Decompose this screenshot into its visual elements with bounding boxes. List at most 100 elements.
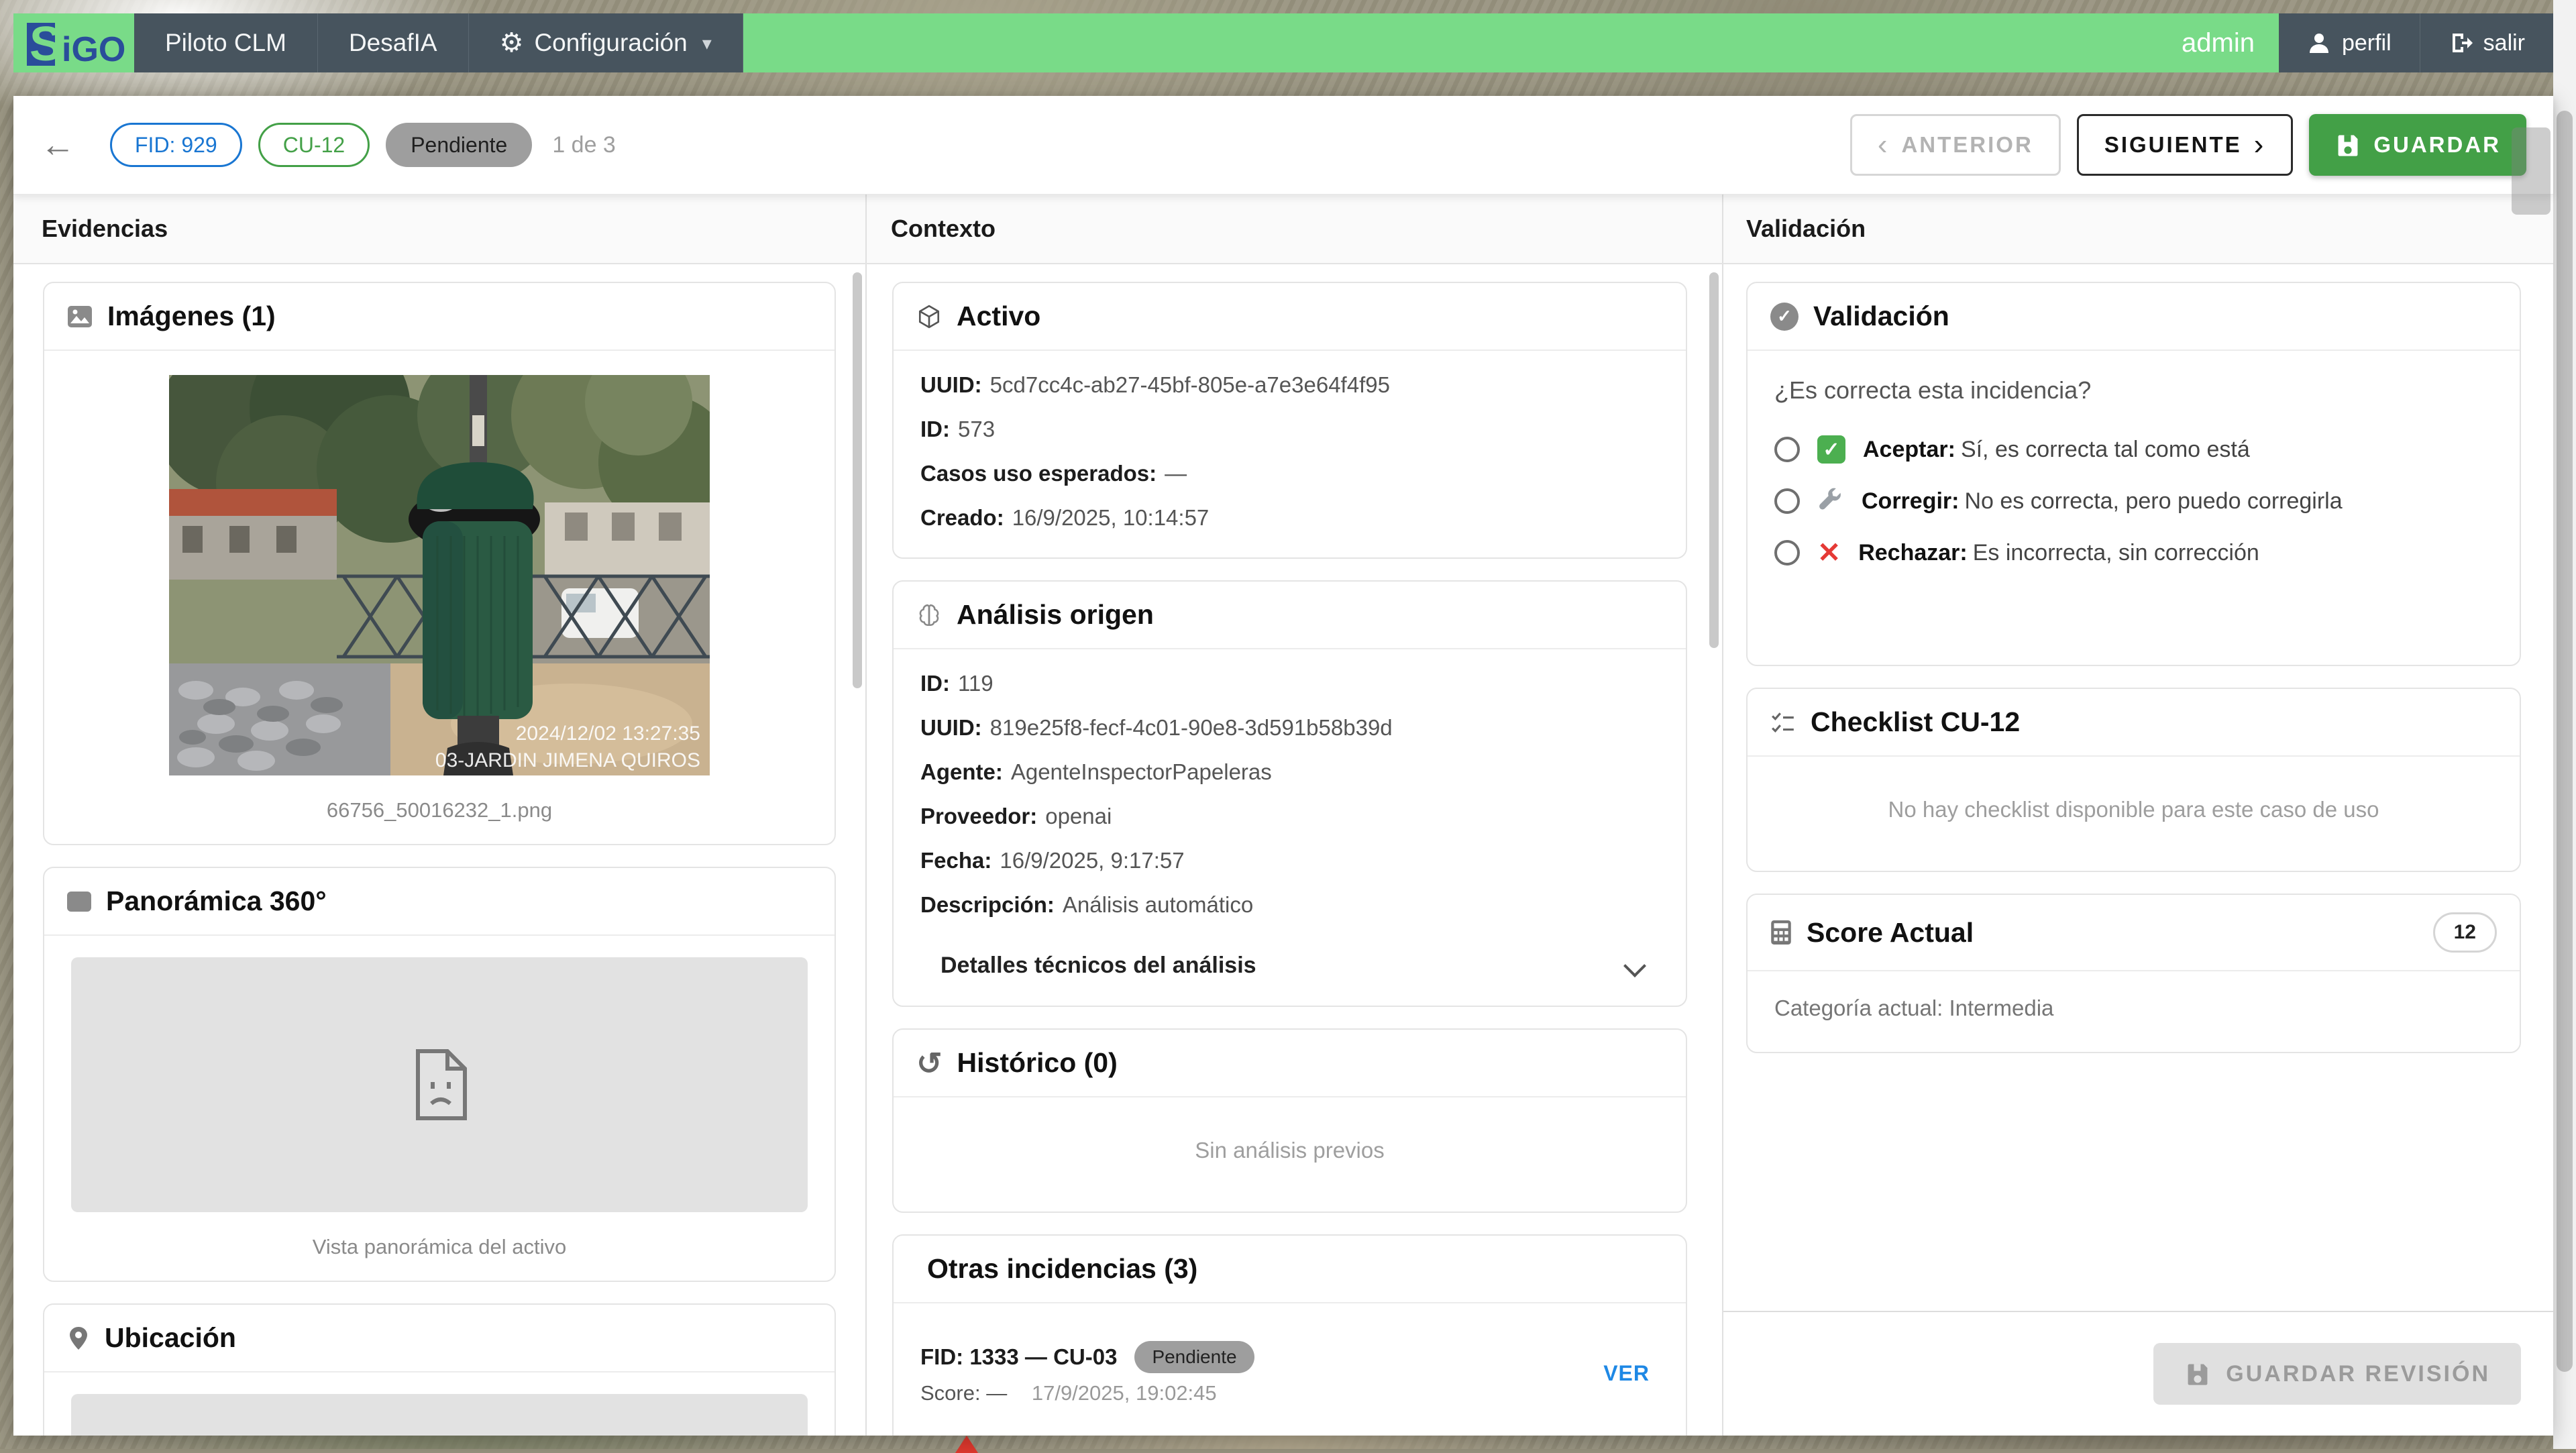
pagination-counter: 1 de 3 [552,131,616,158]
profile-button[interactable]: perfil [2278,13,2420,72]
analisis-row-uuid: UUID: 819e25f8-fecf-4c01-90e8-3d591b58b39… [920,715,1393,740]
nav-tab-configuracion[interactable]: ⚙ Configuración ▾ [469,13,743,72]
reject-cross-icon: ✕ [1817,537,1841,568]
panoramica-card: Panorámica 360° Vista panorámica del act… [43,867,836,1282]
option-rechazar: ✕ Rechazar: Es incorrecta, sin corrección [1774,539,2493,567]
option-aceptar: ✓ Aceptar: Sí, es correcta tal como está [1774,435,2493,464]
contexto-column: Activo UUID: 5cd7cc4c-ab27-45bf-805e-a7e3… [865,263,1722,1436]
historico-title: Histórico (0) [957,1047,1118,1078]
nav-tab-label: DesafIA [348,29,437,56]
panorama-placeholder [71,957,808,1212]
next-label: SIGUIENTE [2104,132,2242,157]
otras-incidencias-card: Otras incidencias (3) FID: 1333 — CU-03 … [892,1234,1687,1436]
expander-label: Detalles técnicos del análisis [941,953,1256,978]
caret-down-icon: ▾ [702,32,712,54]
status-chip: Pendiente [386,123,533,167]
imagenes-card: Imágenes (1) 2024/12/02 13:27:35 03-JARD… [43,282,836,845]
score-category: Categoría actual: Intermedia [1774,995,2054,1020]
activo-card: Activo UUID: 5cd7cc4c-ab27-45bf-805e-a7e3… [892,282,1687,559]
ver-link[interactable]: VER [1594,1361,1659,1386]
evidencias-scrollbar-thumb[interactable] [853,272,862,688]
review-toolbar: ← FID: 929 CU-12 Pendiente 1 de 3 ‹ ANTE… [13,96,2553,195]
checklist-icon [1770,710,1796,735]
save-floppy-icon [2338,135,2358,156]
validacion-column: ✓ Validación ¿Es correcta esta incidenci… [1722,263,2553,1436]
history-icon: ↺ [916,1045,943,1081]
contexto-scrollbar-thumb[interactable] [1709,272,1719,648]
logout-icon [2452,34,2473,52]
panorama-icon [67,891,91,912]
accept-check-icon: ✓ [1817,435,1845,464]
activo-title: Activo [957,301,1041,331]
nav-tab-label: Configuración [534,29,688,56]
activo-row-casos: Casos uso esperados: — [920,461,1187,486]
ubicacion-card: Ubicación [43,1303,836,1436]
score-badge: 12 [2432,912,2497,953]
evidencias-header: Evidencias [42,215,168,242]
check-circle-icon: ✓ [1770,302,1799,331]
top-navbar: S iGO Piloto CLM DesafIA ⚙ Configuración… [13,13,2553,72]
ubicacion-title: Ubicación [105,1322,236,1353]
gear-icon: ⚙ [499,28,524,58]
photo-watermark-location: 03-JARDIN JIMENA QUIROS [435,749,700,771]
logout-button[interactable]: salir [2419,13,2553,72]
technical-details-expander[interactable]: Detalles técnicos del análisis [920,947,1659,984]
option-label: Corregir: No es correcta, pero puedo corr… [1862,488,2343,514]
validation-question: ¿Es correcta esta incidencia? [1774,376,2092,404]
window-scrollbar-thumb[interactable] [2557,111,2573,1372]
chevron-down-icon [1623,954,1646,977]
otras-title: Otras incidencias (3) [927,1253,1198,1284]
modal-scrollbar-thumb[interactable] [2512,127,2551,215]
logout-label: salir [2483,30,2525,56]
profile-label: perfil [2341,30,2392,56]
current-user-label: admin [2182,28,2255,58]
nav-tab-piloto-clm[interactable]: Piloto CLM [134,13,318,72]
incidencia-item: FID: 1333 — CU-03 Pendiente Score: — 17/… [920,1325,1659,1421]
validacion-title: Validación [1813,301,1949,331]
save-button[interactable]: GUARDAR [2309,114,2526,176]
nav-tab-desafia[interactable]: DesafIA [318,13,469,72]
nav-tabs: Piloto CLM DesafIA ⚙ Configuración ▾ [134,13,743,72]
checklist-empty-message: No hay checklist disponible para este ca… [1888,797,2379,822]
historico-card: ↺ Histórico (0) Sin análisis previos [892,1028,1687,1213]
brain-icon [916,602,942,628]
incidencia-score: Score: — [920,1381,1008,1405]
images-icon [67,305,93,328]
analisis-origen-card: Análisis origen ID: 119 UUID: 819e25f8-fec… [892,580,1687,1007]
validacion-card: ✓ Validación ¿Es correcta esta incidenci… [1746,282,2521,666]
back-arrow-icon[interactable]: ← [40,127,75,162]
broken-image-icon [416,1049,467,1120]
review-footer: GUARDAR REVISIÓN [1723,1311,2553,1436]
imagenes-title: Imágenes (1) [107,301,276,331]
option-corregir: Corregir: No es correcta, pero puedo corr… [1774,488,2493,515]
evidence-photo[interactable]: 2024/12/02 13:27:35 03-JARDIN JIMENA QUI… [169,375,710,775]
photo-watermark-timestamp: 2024/12/02 13:27:35 [516,722,700,745]
score-title: Score Actual [1807,916,1974,948]
option-label: Rechazar: Es incorrecta, sin corrección [1858,539,2259,566]
map-marker-icon [955,1436,978,1453]
wrench-icon [1819,488,1841,510]
analisis-row-fecha: Fecha: 16/9/2025, 9:17:57 [920,848,1185,873]
app-logo[interactable]: S iGO [13,13,134,72]
location-map-placeholder[interactable] [71,1394,808,1436]
incidencia-fid: FID: 1333 — CU-03 [920,1344,1118,1369]
radio-corregir[interactable] [1774,488,1800,514]
fid-chip: FID: 929 [110,123,242,167]
user-icon [2309,34,2328,53]
radio-aceptar[interactable] [1774,437,1800,462]
radio-rechazar[interactable] [1774,540,1800,566]
window-scrollbar-track[interactable] [2553,0,2576,1449]
incidencia-item: FID: 1318 — CU-01 Pendiente Score: — 17/… [920,1421,1659,1436]
panorama-caption: Vista panorámica del activo [312,1235,567,1258]
save-review-button[interactable]: GUARDAR REVISIÓN [2153,1343,2521,1405]
analisis-row-id: ID: 119 [920,671,994,696]
previous-button[interactable]: ‹ ANTERIOR [1849,114,2061,176]
column-headers: Evidencias Contexto Validación [13,195,2553,264]
location-pin-icon [67,1326,90,1351]
next-button[interactable]: SIGUIENTE › [2076,114,2294,176]
save-review-label: GUARDAR REVISIÓN [2226,1360,2490,1387]
chevron-right-icon: › [2253,128,2266,161]
analisis-row-proveedor: Proveedor: openai [920,804,1112,828]
chevron-left-icon: ‹ [1877,128,1890,161]
activo-row-id: ID: 573 [920,417,996,441]
